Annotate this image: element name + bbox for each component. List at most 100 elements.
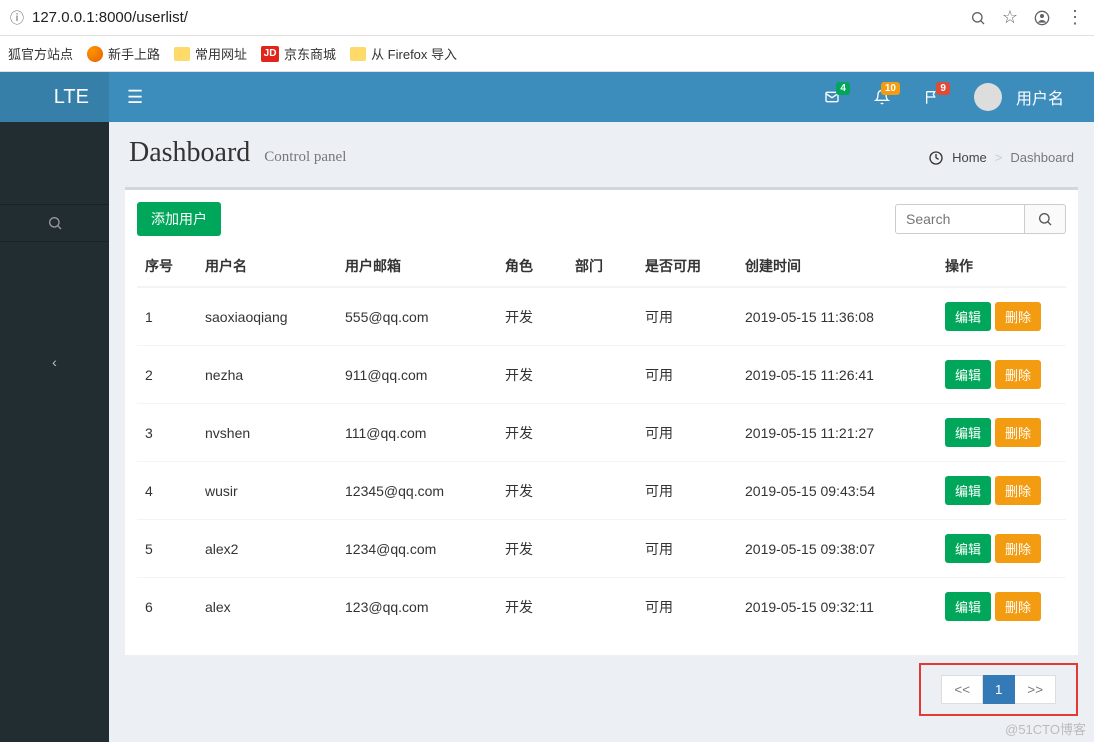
edit-button[interactable]: 编辑	[945, 360, 991, 389]
cell-email: 111@qq.com	[337, 404, 497, 462]
search-button[interactable]	[1025, 204, 1066, 234]
content-header: Dashboard Control panel Home > Dashboard	[109, 122, 1094, 175]
browser-menu-icon[interactable]: ⋮	[1066, 7, 1084, 28]
breadcrumb-current: Dashboard	[1010, 150, 1074, 165]
cell-role: 开发	[497, 520, 567, 578]
bookmark-item[interactable]: 狐官方站点	[8, 44, 73, 63]
edit-button[interactable]: 编辑	[945, 302, 991, 331]
cell-created: 2019-05-15 11:21:27	[737, 404, 937, 462]
profile-icon[interactable]	[1034, 7, 1050, 28]
cell-role: 开发	[497, 462, 567, 520]
content-area: Dashboard Control panel Home > Dashboard…	[109, 122, 1094, 742]
cell-username: nvshen	[197, 404, 337, 462]
cell-dept	[567, 462, 637, 520]
cell-id: 6	[137, 578, 197, 636]
folder-icon	[350, 47, 366, 61]
cell-email: 123@qq.com	[337, 578, 497, 636]
bookmark-label: 常用网址	[195, 44, 247, 63]
folder-icon	[174, 47, 190, 61]
pagination-box: << 1 >>	[919, 663, 1078, 716]
url-text[interactable]: 127.0.0.1:8000/userlist/	[32, 9, 970, 26]
cell-username: wusir	[197, 462, 337, 520]
flag-badge: 9	[936, 82, 950, 95]
table-row: 4wusir12345@qq.com开发可用2019-05-15 09:43:5…	[137, 462, 1066, 520]
table-row: 5alex21234@qq.com开发可用2019-05-15 09:38:07…	[137, 520, 1066, 578]
cell-email: 12345@qq.com	[337, 462, 497, 520]
edit-button[interactable]: 编辑	[945, 476, 991, 505]
page-prev-button[interactable]: <<	[941, 675, 983, 704]
page-number-button[interactable]: 1	[983, 675, 1015, 704]
cell-email: 911@qq.com	[337, 346, 497, 404]
col-email: 用户邮箱	[337, 246, 497, 287]
cell-created: 2019-05-15 11:36:08	[737, 287, 937, 346]
avatar	[974, 83, 1002, 111]
flag-icon[interactable]: 9	[912, 80, 952, 114]
cell-created: 2019-05-15 09:32:11	[737, 578, 937, 636]
sidebar-collapse-icon[interactable]: ‹	[0, 342, 109, 382]
bookmark-label: 狐官方站点	[8, 44, 73, 63]
delete-button[interactable]: 删除	[995, 534, 1041, 563]
cell-dept	[567, 346, 637, 404]
cell-username: alex	[197, 578, 337, 636]
delete-button[interactable]: 删除	[995, 592, 1041, 621]
breadcrumb-home[interactable]: Home	[952, 150, 987, 165]
add-user-button[interactable]: 添加用户	[137, 202, 221, 236]
cell-actions: 编辑删除	[937, 520, 1066, 578]
cell-created: 2019-05-15 09:38:07	[737, 520, 937, 578]
edit-button[interactable]: 编辑	[945, 418, 991, 447]
bell-badge: 10	[881, 82, 900, 95]
bookmark-item[interactable]: 新手上路	[87, 44, 160, 63]
cell-dept	[567, 287, 637, 346]
cell-usable: 可用	[637, 404, 737, 462]
search-icon	[47, 215, 63, 231]
cell-username: saoxiaoqiang	[197, 287, 337, 346]
bookmark-item[interactable]: JD 京东商城	[261, 44, 336, 63]
edit-button[interactable]: 编辑	[945, 534, 991, 563]
col-username: 用户名	[197, 246, 337, 287]
table-row: 2nezha911@qq.com开发可用2019-05-15 11:26:41编…	[137, 346, 1066, 404]
bookmark-item[interactable]: 从 Firefox 导入	[350, 44, 457, 63]
cell-created: 2019-05-15 09:43:54	[737, 462, 937, 520]
cell-usable: 可用	[637, 578, 737, 636]
bell-icon[interactable]: 10	[862, 80, 902, 114]
cell-role: 开发	[497, 287, 567, 346]
cell-id: 5	[137, 520, 197, 578]
col-created: 创建时间	[737, 246, 937, 287]
cell-id: 2	[137, 346, 197, 404]
search-input[interactable]	[895, 204, 1025, 234]
logo[interactable]: LTE	[0, 72, 109, 122]
sidebar-toggle-icon[interactable]: ☰	[109, 87, 161, 108]
zoom-icon[interactable]	[970, 7, 986, 28]
dashboard-icon	[928, 149, 944, 166]
pagination: << 1 >>	[125, 663, 1078, 716]
bookmark-star-icon[interactable]: ☆	[1002, 7, 1018, 28]
sidebar-search[interactable]	[0, 204, 109, 242]
jd-icon: JD	[261, 46, 279, 62]
page-next-button[interactable]: >>	[1015, 675, 1056, 704]
delete-button[interactable]: 删除	[995, 360, 1041, 389]
mail-badge: 4	[836, 82, 850, 95]
site-info-icon[interactable]: ⓘ	[10, 8, 24, 28]
cell-actions: 编辑删除	[937, 578, 1066, 636]
cell-actions: 编辑删除	[937, 404, 1066, 462]
mail-icon[interactable]: 4	[812, 80, 852, 114]
delete-button[interactable]: 删除	[995, 418, 1041, 447]
cell-role: 开发	[497, 346, 567, 404]
cell-username: alex2	[197, 520, 337, 578]
user-menu[interactable]: 用户名	[962, 75, 1076, 119]
edit-button[interactable]: 编辑	[945, 592, 991, 621]
page-title: Dashboard	[129, 137, 250, 169]
breadcrumb: Home > Dashboard	[928, 149, 1074, 166]
username-label: 用户名	[1010, 85, 1064, 109]
delete-button[interactable]: 删除	[995, 476, 1041, 505]
bookmarks-bar: 狐官方站点 新手上路 常用网址 JD 京东商城 从 Firefox 导入	[0, 36, 1094, 72]
cell-usable: 可用	[637, 287, 737, 346]
cell-role: 开发	[497, 578, 567, 636]
bookmark-label: 京东商城	[284, 44, 336, 63]
cell-created: 2019-05-15 11:26:41	[737, 346, 937, 404]
cell-id: 1	[137, 287, 197, 346]
delete-button[interactable]: 删除	[995, 302, 1041, 331]
bookmark-item[interactable]: 常用网址	[174, 44, 247, 63]
table-header-row: 序号 用户名 用户邮箱 角色 部门 是否可用 创建时间 操作	[137, 246, 1066, 287]
col-id: 序号	[137, 246, 197, 287]
